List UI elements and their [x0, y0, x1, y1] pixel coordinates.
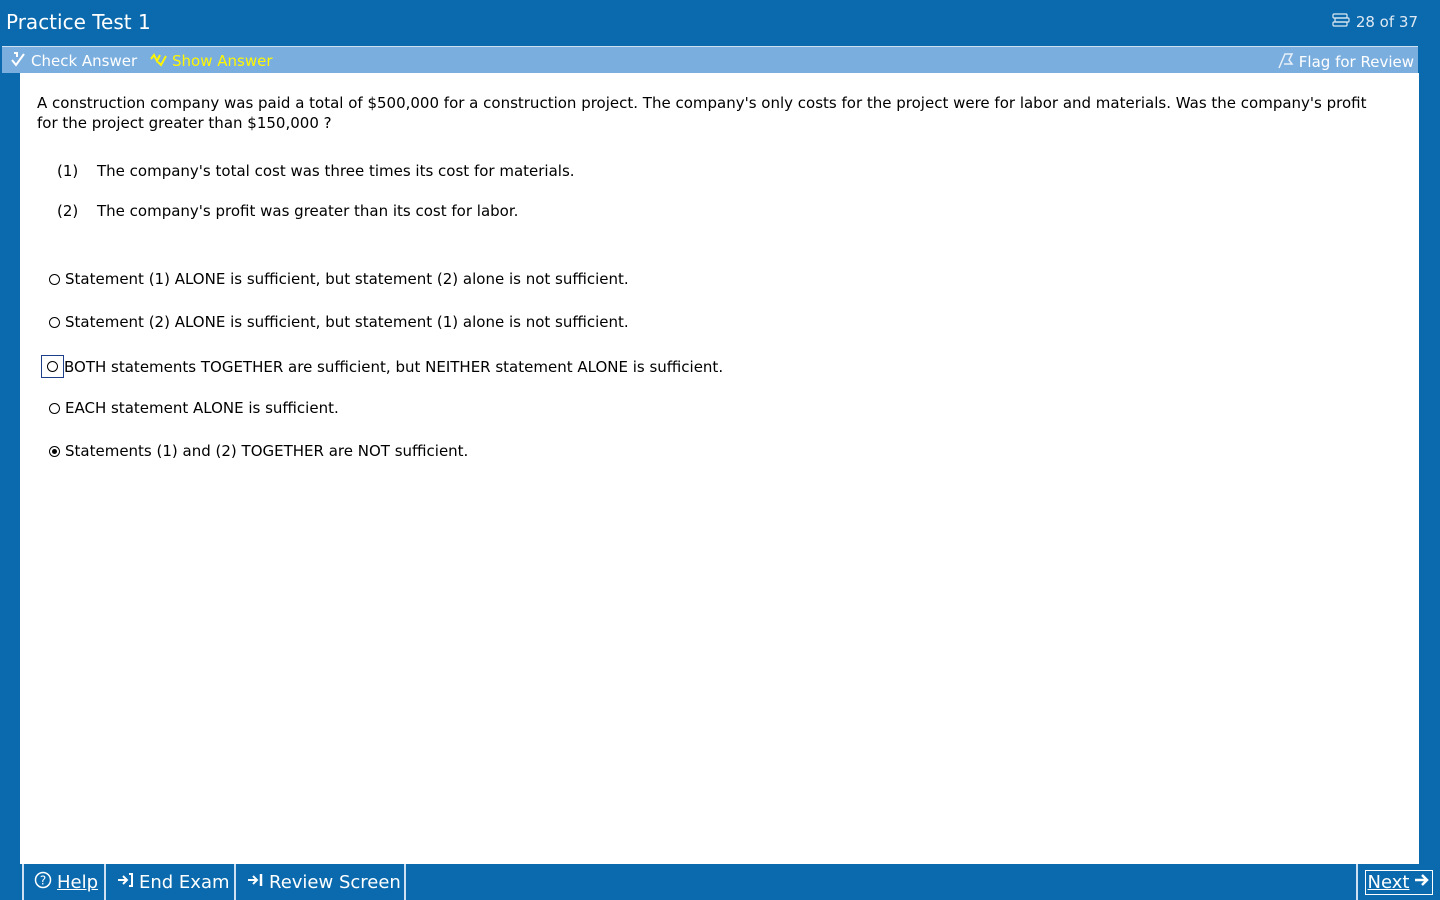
radio-button[interactable] — [44, 312, 64, 332]
radio-circle — [48, 402, 60, 414]
window-title: Practice Test 1 — [6, 10, 151, 34]
radio-circle — [48, 273, 60, 285]
next-button[interactable]: Next — [1356, 864, 1440, 900]
show-answer-label: Show Answer — [172, 52, 273, 70]
statement-2: (2) The company's profit was greater tha… — [57, 202, 518, 220]
statement-number: (2) — [57, 202, 79, 220]
choice-text: EACH statement ALONE is sufficient. — [65, 399, 339, 417]
statement-1: (1) The company's total cost was three t… — [57, 162, 575, 180]
check-answer-icon — [10, 51, 26, 71]
statement-number: (1) — [57, 162, 79, 180]
answer-choice-c[interactable]: BOTH statements TOGETHER are sufficient,… — [41, 355, 724, 378]
radio-button[interactable] — [44, 269, 64, 289]
radio-button[interactable] — [41, 355, 64, 378]
check-answer-label: Check Answer — [31, 52, 138, 70]
question-progress: 28 of 37 — [1355, 13, 1418, 31]
radio-circle-selected — [48, 445, 60, 457]
choice-text: BOTH statements TOGETHER are sufficient,… — [64, 357, 724, 376]
help-label: Help — [57, 871, 99, 893]
help-icon: ? — [34, 871, 52, 894]
next-label: Next — [1367, 871, 1410, 893]
radio-button[interactable] — [44, 398, 64, 418]
answer-choice-d[interactable]: EACH statement ALONE is sufficient. — [44, 398, 339, 418]
choice-text: Statement (2) ALONE is sufficient, but s… — [65, 313, 629, 331]
end-exam-label: End Exam — [139, 871, 230, 893]
question-stem: A construction company was paid a total … — [37, 94, 1367, 132]
question-counter: 28 of 37 — [1332, 13, 1418, 31]
statement-text: The company's profit was greater than it… — [97, 202, 519, 220]
arrow-right-icon — [1414, 872, 1430, 893]
review-icon — [246, 872, 264, 893]
show-answer-icon — [149, 51, 167, 71]
statement-text: The company's total cost was three times… — [97, 162, 575, 180]
navigation-bar: ? Help End Exam Review Screen Next — [0, 864, 1440, 900]
question-toolbar: Check Answer Show Answer Flag for Review — [2, 46, 1418, 73]
show-answer-button[interactable]: Show Answer — [149, 51, 273, 71]
flag-for-review-label: Flag for Review — [1298, 53, 1414, 71]
answer-choice-b[interactable]: Statement (2) ALONE is sufficient, but s… — [44, 312, 629, 332]
answer-choice-e[interactable]: Statements (1) and (2) TOGETHER are NOT … — [44, 441, 468, 461]
next-button-focus: Next — [1364, 869, 1434, 895]
answer-choice-a[interactable]: Statement (1) ALONE is sufficient, but s… — [44, 269, 629, 289]
choice-text: Statements (1) and (2) TOGETHER are NOT … — [65, 442, 469, 460]
flag-icon — [1276, 51, 1294, 73]
flag-for-review-button[interactable]: Flag for Review — [1276, 51, 1414, 73]
end-exam-button[interactable]: End Exam — [106, 864, 236, 900]
radio-circle — [47, 361, 58, 372]
radio-circle — [48, 316, 60, 328]
choice-text: Statement (1) ALONE is sufficient, but s… — [65, 270, 629, 288]
stack-icon — [1332, 13, 1350, 31]
review-screen-button[interactable]: Review Screen — [236, 864, 406, 900]
help-button[interactable]: ? Help — [22, 864, 106, 900]
question-panel: A construction company was paid a total … — [20, 73, 1419, 864]
title-bar: Practice Test 1 28 of 37 — [0, 0, 1440, 45]
exit-icon — [116, 872, 134, 893]
check-answer-button[interactable]: Check Answer — [10, 51, 137, 71]
review-screen-label: Review Screen — [269, 871, 401, 893]
radio-button[interactable] — [44, 441, 64, 461]
svg-text:?: ? — [40, 873, 46, 887]
